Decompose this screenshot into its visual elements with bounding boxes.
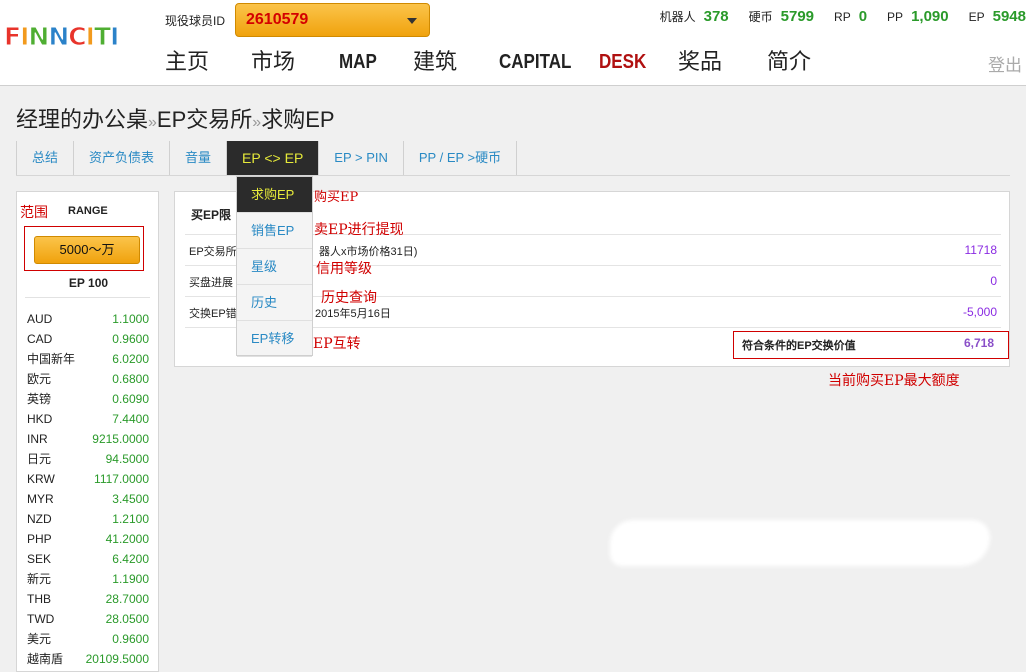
stat-coins: 硬币 5799 (748, 8, 815, 25)
annotation-buy-ep: 购买EP (314, 190, 359, 205)
row-label: EP交易所 (189, 246, 237, 258)
range-label: RANGE (68, 205, 108, 217)
rate-row: TWD 28.0500 (27, 612, 149, 626)
menu-item-ep-transfer[interactable]: EP转移 (237, 321, 312, 357)
page-title: 经理的办公桌»EP交易所»求购EP (16, 107, 335, 132)
annotation-transfer: EP互转 (313, 336, 361, 352)
row-detail: 2015年5月16日 (315, 308, 391, 320)
range-highlight-box (24, 226, 144, 271)
rate-row: 越南盾 20109.5000 (27, 652, 149, 666)
nav-market[interactable]: 市场 (251, 46, 339, 78)
rate-row: SEK 6.4200 (27, 552, 149, 566)
top-header: FINNCITI 现役球员ID 2610579 机器人 378 硬币 5799 RP… (0, 0, 1026, 86)
tab-ep-exchange[interactable]: EP <> EP (227, 141, 320, 175)
annotation-credit: 信用等级 (316, 261, 372, 277)
nav-home[interactable]: 主页 (165, 46, 251, 78)
annotation-max: 当前购买EP最大额度 (828, 373, 960, 389)
player-id-select[interactable]: 2610579 (235, 3, 430, 37)
divider (25, 297, 150, 298)
menu-item-history[interactable]: 历史 (237, 285, 312, 321)
player-id-value: 2610579 (246, 11, 309, 28)
nav-capital[interactable]: CAPITAL (499, 46, 584, 78)
chevron-down-icon (407, 18, 417, 24)
rate-row: PHP 41.2000 (27, 532, 149, 546)
player-id-label: 现役球员ID (165, 14, 226, 28)
rate-row: MYR 3.4500 (27, 492, 149, 506)
annotation-range: 范围 (20, 205, 48, 221)
menu-item-star-rating[interactable]: 星级 (237, 249, 312, 285)
eligible-ep-label: 符合条件的EP交换价值 (742, 340, 856, 352)
nav-map[interactable]: MAP (339, 46, 402, 78)
stat-pp: PP 1,090 (887, 8, 949, 25)
currency-rates-list: AUD 1.1000 CAD 0.9600 中国新年 6.0200 欧元 0.6800 … (27, 309, 149, 669)
tab-summary[interactable]: 总结 (16, 141, 75, 175)
desk-tabs: 总结 资产负债表 音量 EP <> EP EP > PIN PP / EP >硬… (16, 141, 1010, 176)
row-detail: 器人x市场价格31日) (319, 246, 418, 258)
stats-bar: 机器人 378 硬币 5799 RP 0 PP 1,090 EP 5948 (640, 8, 1026, 30)
rate-row: 新元 1.1900 (27, 572, 149, 586)
rate-row: AUD 1.1000 (27, 312, 149, 326)
rate-row: 中国新年 6.0200 (27, 352, 149, 366)
finnciti-logo[interactable]: FINNCITI (3, 22, 130, 52)
nav-prizes[interactable]: 奖品 (678, 46, 767, 78)
tab-pp-ep-coins[interactable]: PP / EP >硬币 (404, 141, 518, 175)
tab-ep-pin[interactable]: EP > PIN (319, 141, 404, 175)
row-value: 11718 (964, 243, 997, 257)
menu-item-sell-ep[interactable]: 销售EP (237, 213, 312, 249)
row-label: 买盘进展 (189, 277, 233, 289)
tab-balance-sheet[interactable]: 资产负债表 (74, 141, 171, 175)
rate-row: 欧元 0.6800 (27, 372, 149, 386)
stat-robots: 机器人 378 (659, 8, 729, 25)
rate-row: 英镑 0.6090 (27, 392, 149, 406)
ep-amount-label: EP 100 (68, 276, 109, 290)
redaction-mark (610, 520, 990, 566)
ep-exchange-menu: 求购EP 销售EP 星级 历史 EP转移 (236, 176, 313, 357)
row-label: 交换EP错 (189, 308, 237, 320)
annotation-history: 历史查询 (321, 290, 377, 306)
rate-row: CAD 0.9600 (27, 332, 149, 346)
rate-row: NZD 1.2100 (27, 512, 149, 526)
eligible-ep-value: 6,718 (963, 336, 994, 350)
stat-ep: EP 5948 (968, 8, 1026, 25)
rate-row: HKD 7.4400 (27, 412, 149, 426)
rate-row: INR 9215.0000 (27, 432, 149, 446)
eligible-ep-value-box: 符合条件的EP交换价值 6,718 (733, 331, 1009, 359)
rate-row: KRW 1117.0000 (27, 472, 149, 486)
nav-desk[interactable]: DESK (599, 46, 666, 78)
nav-buildings[interactable]: 建筑 (413, 46, 499, 78)
menu-item-buy-ep[interactable]: 求购EP (237, 177, 312, 213)
logout-link[interactable]: 登出 (988, 51, 1022, 76)
stat-rp: RP 0 (834, 8, 868, 25)
main-nav: 主页 市场 MAP 建筑 CAPITAL DESK 奖品 简介 (165, 46, 827, 78)
annotation-sell-ep: 卖EP进行提现 (314, 222, 404, 238)
rate-row: 美元 0.9600 (27, 632, 149, 646)
tab-volume[interactable]: 音量 (170, 141, 228, 175)
nav-profile[interactable]: 简介 (767, 46, 827, 78)
row-value: -5,000 (962, 305, 997, 319)
rate-row: THB 28.7000 (27, 592, 149, 606)
row-value: 0 (990, 274, 997, 288)
rate-row: 日元 94.5000 (27, 452, 149, 466)
panel-title: 买EP限 (191, 208, 232, 222)
